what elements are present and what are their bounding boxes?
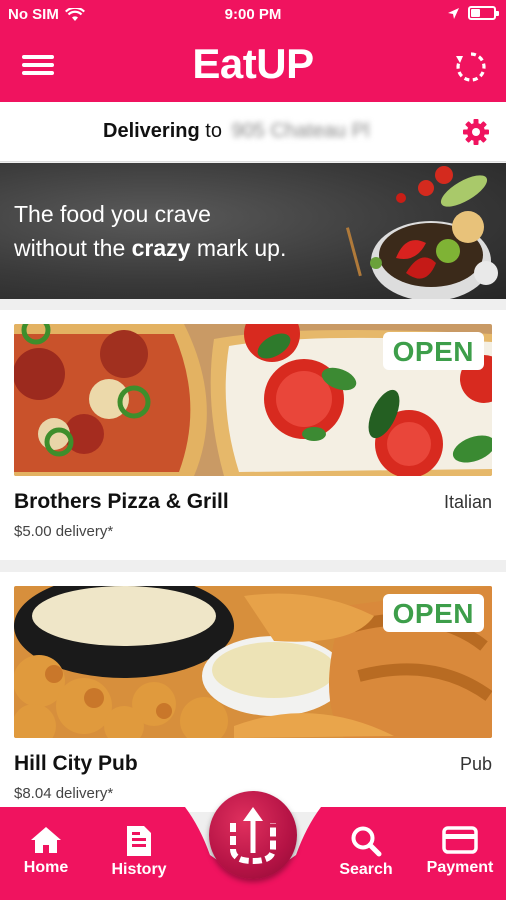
battery-icon (468, 6, 499, 20)
tab-label: Search (339, 861, 393, 878)
delivery-fee: $5.00 delivery* (14, 523, 114, 540)
status-bar: No SIM 9:00 PM (0, 0, 506, 30)
refresh-icon[interactable] (454, 50, 488, 84)
home-icon (31, 827, 61, 853)
delivery-fee: $8.04 delivery* (14, 785, 114, 802)
gear-icon[interactable] (462, 118, 490, 146)
restaurant-photo: OPEN (14, 586, 492, 738)
app-bar: EatUP (0, 30, 506, 102)
restaurant-cuisine: Pub (459, 754, 492, 774)
tab-label: Home (23, 859, 69, 876)
restaurant-name[interactable]: Hill City Pub (14, 752, 138, 776)
bottom-tab-bar: Home History Search Payment (0, 791, 506, 900)
delivering-to: to (205, 120, 222, 142)
eatup-center-button[interactable] (209, 791, 297, 879)
restaurant-photo: OPEN (14, 324, 492, 476)
tab-label: History (111, 861, 167, 878)
banner-line-1: The food you crave (14, 201, 211, 227)
credit-card-icon (442, 826, 478, 854)
search-icon (351, 826, 382, 857)
delivery-address[interactable]: 905 Chateau Pl (232, 120, 370, 142)
restaurant-card[interactable]: OPEN Hill City Pub Pub $8.04 delivery* (0, 572, 506, 812)
promo-banner: The food you crave without the crazy mar… (0, 163, 506, 299)
open-status-badge: OPEN (382, 332, 484, 370)
banner-line-2: without the crazy mark up. (14, 235, 287, 261)
restaurant-card[interactable]: OPEN Brothers Pizza & Grill Italian $5.0… (0, 310, 506, 560)
tab-payment[interactable]: Payment (420, 825, 500, 877)
clock: 9:00 PM (224, 6, 282, 23)
tab-label: Payment (426, 859, 494, 876)
tab-search[interactable]: Search (326, 825, 406, 879)
location-arrow-icon (448, 7, 459, 19)
delivery-address-bar[interactable]: Delivering to 905 Chateau Pl (0, 102, 506, 162)
app-title: EatUP (192, 40, 314, 87)
restaurant-cuisine: Italian (443, 492, 492, 512)
delivering-label: Delivering (103, 120, 200, 142)
tab-home[interactable]: Home (6, 825, 86, 877)
restaurant-name[interactable]: Brothers Pizza & Grill (14, 490, 229, 514)
vegetables-image (346, 166, 498, 299)
document-icon (127, 826, 151, 856)
eatup-logo-icon (230, 807, 276, 865)
open-status-badge: OPEN (382, 594, 484, 632)
tab-history[interactable]: History (99, 825, 179, 879)
